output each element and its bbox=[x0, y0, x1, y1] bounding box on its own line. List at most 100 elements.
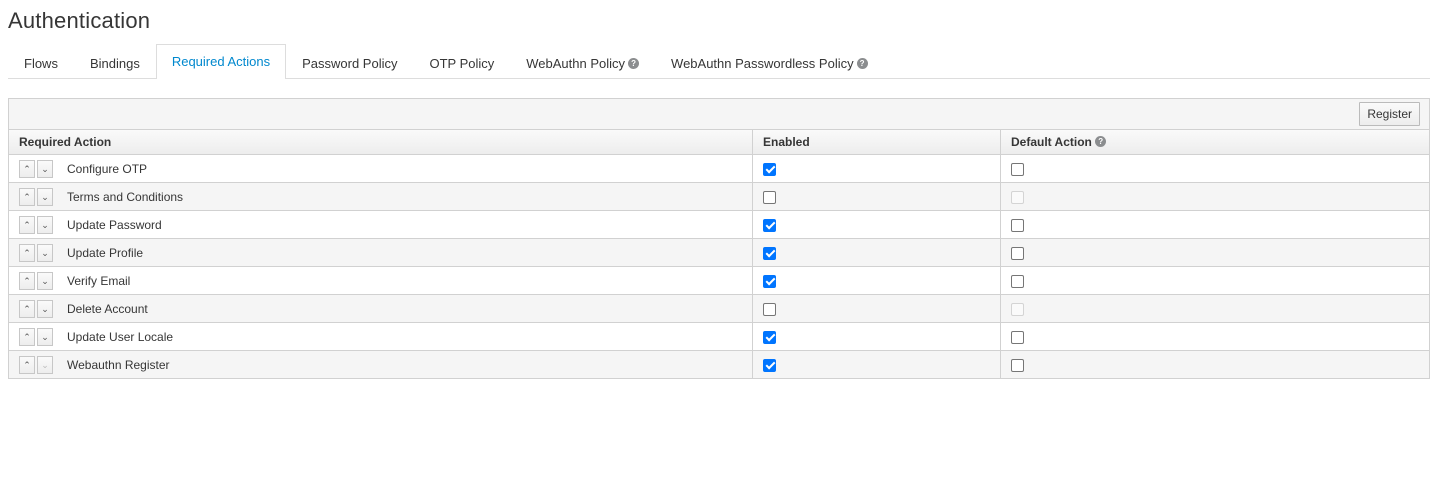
table-header-row: Required Action Enabled Default Action ? bbox=[9, 130, 1429, 155]
enabled-checkbox[interactable] bbox=[763, 190, 776, 204]
enabled-checkbox[interactable] bbox=[763, 162, 776, 176]
move-down-button[interactable]: ⌄ bbox=[37, 187, 53, 206]
move-down-button[interactable]: ⌄ bbox=[37, 159, 53, 178]
move-up-button[interactable]: ⌃ bbox=[19, 271, 35, 290]
default-action-cell bbox=[1000, 266, 1429, 295]
move-up-button[interactable]: ⌃ bbox=[19, 355, 35, 374]
chevron-down-icon: ⌄ bbox=[41, 191, 49, 202]
required-action-name: Update Profile bbox=[67, 245, 144, 260]
chevron-up-icon: ⌃ bbox=[23, 191, 31, 202]
default-action-checkbox[interactable] bbox=[1011, 162, 1024, 176]
column-header-default-action: Default Action ? bbox=[1000, 130, 1429, 155]
tab-webauthn-passwordless-policy[interactable]: WebAuthn Passwordless Policy? bbox=[655, 46, 884, 79]
question-circle-icon[interactable]: ? bbox=[856, 58, 868, 70]
chevron-up-icon: ⌃ bbox=[23, 359, 31, 370]
tab-flows[interactable]: Flows bbox=[8, 46, 74, 79]
move-up-button[interactable]: ⌃ bbox=[19, 243, 35, 262]
move-down-button[interactable]: ⌄ bbox=[37, 215, 53, 234]
default-action-checkbox[interactable] bbox=[1011, 274, 1024, 288]
question-circle-icon[interactable]: ? bbox=[628, 58, 640, 70]
required-action-cell: ⌃ ⌄ Update Profile bbox=[9, 238, 753, 267]
tab-label: WebAuthn Passwordless Policy bbox=[671, 56, 854, 71]
chevron-up-icon: ⌃ bbox=[23, 219, 31, 230]
move-up-button[interactable]: ⌃ bbox=[19, 299, 35, 318]
tab-label: OTP Policy bbox=[429, 56, 495, 71]
default-action-cell bbox=[1000, 294, 1429, 323]
enabled-cell bbox=[752, 210, 1001, 239]
move-down-button[interactable]: ⌄ bbox=[37, 271, 53, 290]
chevron-down-icon: ⌄ bbox=[41, 359, 49, 370]
required-action-name: Terms and Conditions bbox=[67, 189, 184, 204]
enabled-checkbox[interactable] bbox=[763, 358, 776, 372]
default-action-checkbox[interactable] bbox=[1011, 246, 1024, 260]
tab-label: Password Policy bbox=[302, 56, 398, 71]
enabled-cell bbox=[752, 322, 1001, 351]
chevron-up-icon: ⌃ bbox=[23, 247, 31, 258]
move-down-button[interactable]: ⌄ bbox=[37, 299, 53, 318]
move-up-button[interactable]: ⌃ bbox=[19, 159, 35, 178]
required-action-cell: ⌃ ⌄ Update Password bbox=[9, 210, 753, 239]
default-action-checkbox bbox=[1011, 190, 1024, 204]
enabled-cell bbox=[752, 350, 1001, 378]
move-down-button[interactable]: ⌄ bbox=[37, 243, 53, 262]
chevron-down-icon: ⌄ bbox=[41, 275, 49, 286]
register-button[interactable]: Register bbox=[1359, 102, 1420, 126]
default-action-cell bbox=[1000, 238, 1429, 267]
table-row: ⌃ ⌄ Update User Locale bbox=[9, 322, 1429, 351]
column-header-enabled: Enabled bbox=[752, 130, 1001, 155]
tab-bar: Flows Bindings Required Actions Password… bbox=[8, 44, 1430, 79]
default-action-cell bbox=[1000, 182, 1429, 211]
required-action-cell: ⌃ ⌄ Configure OTP bbox=[9, 154, 753, 183]
enabled-checkbox[interactable] bbox=[763, 274, 776, 288]
move-up-button[interactable]: ⌃ bbox=[19, 187, 35, 206]
default-action-checkbox[interactable] bbox=[1011, 218, 1024, 232]
required-actions-table-container: Register Required Action Enabled Default… bbox=[8, 98, 1430, 379]
enabled-checkbox[interactable] bbox=[763, 246, 776, 260]
default-action-cell bbox=[1000, 350, 1429, 378]
required-actions-table: Required Action Enabled Default Action ?… bbox=[9, 130, 1429, 378]
table-row: ⌃ ⌄ Delete Account bbox=[9, 294, 1429, 323]
chevron-down-icon: ⌄ bbox=[41, 303, 49, 314]
table-row: ⌃ ⌄ Webauthn Register bbox=[9, 350, 1429, 378]
enabled-checkbox[interactable] bbox=[763, 218, 776, 232]
move-down-button[interactable]: ⌄ bbox=[37, 355, 53, 374]
chevron-up-icon: ⌃ bbox=[23, 163, 31, 174]
chevron-down-icon: ⌄ bbox=[41, 331, 49, 342]
tab-bindings[interactable]: Bindings bbox=[74, 46, 156, 79]
enabled-checkbox[interactable] bbox=[763, 302, 776, 316]
required-action-name: Webauthn Register bbox=[67, 357, 170, 372]
chevron-down-icon: ⌄ bbox=[41, 219, 49, 230]
required-action-name: Delete Account bbox=[67, 301, 148, 316]
required-action-name: Update Password bbox=[67, 217, 162, 232]
enabled-checkbox[interactable] bbox=[763, 330, 776, 344]
table-row: ⌃ ⌄ Configure OTP bbox=[9, 154, 1429, 183]
table-row: ⌃ ⌄ Update Password bbox=[9, 210, 1429, 239]
column-header-label: Default Action bbox=[1011, 135, 1092, 149]
required-action-name: Configure OTP bbox=[67, 161, 148, 176]
default-action-cell bbox=[1000, 154, 1429, 183]
move-down-button[interactable]: ⌄ bbox=[37, 327, 53, 346]
enabled-cell bbox=[752, 154, 1001, 183]
column-header-required-action: Required Action bbox=[9, 130, 753, 155]
chevron-down-icon: ⌄ bbox=[41, 163, 49, 174]
default-action-checkbox bbox=[1011, 302, 1024, 316]
required-action-cell: ⌃ ⌄ Terms and Conditions bbox=[9, 182, 753, 211]
tab-otp-policy[interactable]: OTP Policy bbox=[413, 46, 510, 79]
default-action-checkbox[interactable] bbox=[1011, 330, 1024, 344]
tab-webauthn-policy[interactable]: WebAuthn Policy? bbox=[510, 46, 655, 79]
enabled-cell bbox=[752, 238, 1001, 267]
tab-password-policy[interactable]: Password Policy bbox=[286, 46, 413, 79]
move-up-button[interactable]: ⌃ bbox=[19, 215, 35, 234]
tab-label: Flows bbox=[24, 56, 58, 71]
move-up-button[interactable]: ⌃ bbox=[19, 327, 35, 346]
chevron-up-icon: ⌃ bbox=[23, 275, 31, 286]
default-action-cell bbox=[1000, 322, 1429, 351]
chevron-up-icon: ⌃ bbox=[23, 331, 31, 342]
question-circle-icon[interactable]: ? bbox=[1095, 136, 1107, 148]
required-action-name: Verify Email bbox=[67, 273, 131, 288]
required-action-cell: ⌃ ⌄ Webauthn Register bbox=[9, 350, 753, 378]
table-row: ⌃ ⌄ Update Profile bbox=[9, 238, 1429, 267]
default-action-checkbox[interactable] bbox=[1011, 358, 1024, 372]
table-toolbar: Register bbox=[9, 99, 1429, 130]
tab-required-actions[interactable]: Required Actions bbox=[155, 44, 287, 79]
